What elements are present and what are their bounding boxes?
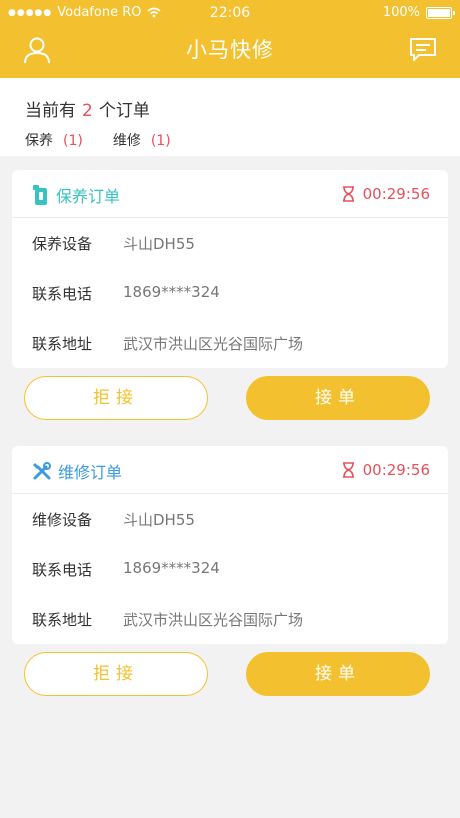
row-label: 联系地址 bbox=[32, 335, 93, 353]
hourglass-icon bbox=[342, 186, 354, 202]
reject-button[interactable]: 拒接 bbox=[24, 652, 208, 696]
row-label: 维修设备 bbox=[32, 511, 93, 529]
tab-count: (1) bbox=[63, 133, 83, 149]
detail-row-phone: 联系电话 1869****324 bbox=[12, 268, 448, 318]
detail-row-device: 保养设备 斗山DH55 bbox=[12, 218, 448, 268]
status-bar: ●●●●● Vodafone RO 22:06 100% bbox=[0, 0, 460, 26]
maintenance-icon bbox=[33, 185, 47, 205]
tab-label: 维修 bbox=[112, 133, 141, 149]
order-title: 维修订单 bbox=[58, 463, 123, 482]
timer-value: 00:29:56 bbox=[362, 461, 430, 479]
countdown-timer: 00:29:56 bbox=[342, 185, 430, 203]
top-bar: ●●●●● Vodafone RO 22:06 100% 小马快修 bbox=[0, 0, 460, 78]
summary-suffix: 个订单 bbox=[98, 101, 150, 121]
hourglass-icon bbox=[342, 462, 354, 478]
order-type-tabs: 保养 (1) 维修 (1) bbox=[25, 130, 171, 150]
order-card-maintenance[interactable]: 保养订单 00:29:56 保养设备 斗山DH55 联系电话 1869****3… bbox=[12, 170, 448, 368]
order-count: 2 bbox=[82, 101, 93, 121]
detail-row-address: 联系地址 武汉市洪山区光谷国际广场 bbox=[12, 594, 448, 644]
tab-repair[interactable]: 维修 (1) bbox=[113, 130, 171, 150]
card-title: 保养订单 bbox=[32, 183, 120, 207]
order-card-repair[interactable]: 维修订单 00:29:56 维修设备 斗山DH55 联系电话 1869****3… bbox=[12, 446, 448, 644]
countdown-timer: 00:29:56 bbox=[342, 461, 430, 479]
reject-button[interactable]: 拒接 bbox=[24, 376, 208, 420]
row-value: 武汉市洪山区光谷国际广场 bbox=[123, 611, 304, 629]
accept-button[interactable]: 接单 bbox=[246, 652, 430, 696]
card-header: 保养订单 00:29:56 bbox=[12, 170, 448, 218]
row-value[interactable]: 1869****324 bbox=[123, 559, 220, 577]
tools-icon bbox=[33, 462, 51, 480]
tab-maintenance[interactable]: 保养 (1) bbox=[25, 130, 83, 150]
battery-icon bbox=[426, 6, 455, 19]
message-icon[interactable] bbox=[408, 36, 438, 64]
row-value: 武汉市洪山区光谷国际广场 bbox=[123, 335, 304, 353]
row-value[interactable]: 1869****324 bbox=[123, 283, 220, 301]
row-label: 保养设备 bbox=[32, 235, 93, 253]
detail-row-address: 联系地址 武汉市洪山区光谷国际广场 bbox=[12, 318, 448, 368]
accept-button[interactable]: 接单 bbox=[246, 376, 430, 420]
order-summary: 当前有 2 个订单 保养 (1) 维修 (1) bbox=[0, 78, 460, 156]
page-title: 小马快修 bbox=[186, 38, 274, 62]
detail-row-phone: 联系电话 1869****324 bbox=[12, 544, 448, 594]
row-value: 斗山DH55 bbox=[123, 511, 195, 529]
timer-value: 00:29:56 bbox=[362, 185, 430, 203]
row-label: 联系地址 bbox=[32, 611, 93, 629]
tab-label: 保养 bbox=[25, 133, 53, 149]
battery-percent: 100% bbox=[382, 5, 420, 20]
row-value: 斗山DH55 bbox=[123, 235, 195, 253]
summary-prefix: 当前有 bbox=[25, 101, 76, 121]
order-title: 保养订单 bbox=[56, 187, 121, 206]
detail-row-device: 维修设备 斗山DH55 bbox=[12, 494, 448, 544]
card-title: 维修订单 bbox=[32, 459, 122, 483]
row-label: 联系电话 bbox=[32, 561, 93, 579]
tab-count: (1) bbox=[150, 133, 171, 149]
card-header: 维修订单 00:29:56 bbox=[12, 446, 448, 494]
row-label: 联系电话 bbox=[32, 285, 93, 303]
order-count-text: 当前有 2 个订单 bbox=[25, 96, 150, 121]
